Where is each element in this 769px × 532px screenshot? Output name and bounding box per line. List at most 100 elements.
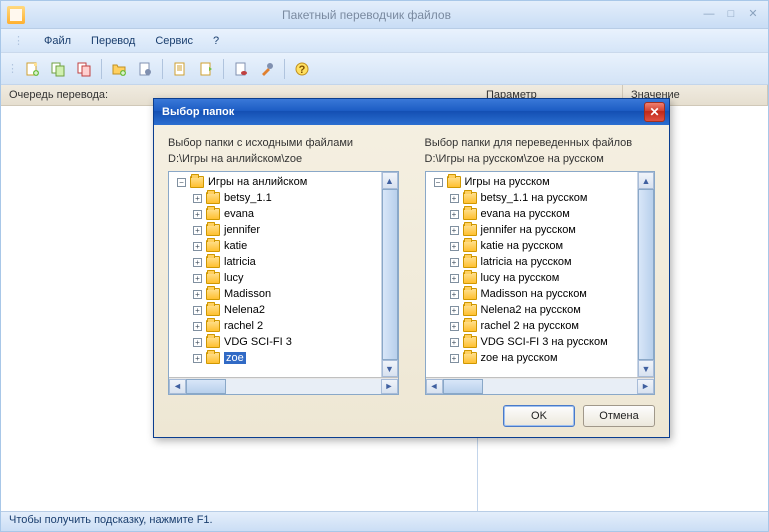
tree-item[interactable]: +rachel 2 [169,318,398,334]
cancel-button[interactable]: Отмена [583,405,655,427]
scroll-up-icon[interactable]: ▲ [638,172,654,189]
minimize-button[interactable]: — [700,7,718,23]
menu-service[interactable]: Сервис [151,33,197,49]
tree-item[interactable]: +Nelena2 на русском [426,302,655,318]
expand-icon[interactable]: + [450,322,459,331]
tree-item[interactable]: + Madisson на русском [426,286,655,302]
expand-icon[interactable]: + [450,210,459,219]
tree-root[interactable]: − Игры на русском [426,174,655,190]
expand-icon[interactable]: + [450,338,459,347]
menu-translate[interactable]: Перевод [87,33,139,49]
doc-db-icon[interactable] [229,57,253,81]
folder-icon [206,336,220,348]
title-bar: Пакетный переводчик файлов — □ ✕ [1,1,768,29]
page-arrow-icon[interactable] [194,57,218,81]
menu-file[interactable]: Файл [40,33,75,49]
expand-icon[interactable]: + [193,258,202,267]
tree-item[interactable]: +jennifer [169,222,398,238]
expand-icon[interactable]: + [450,242,459,251]
tools-icon[interactable] [255,57,279,81]
scroll-left-icon[interactable]: ◄ [169,379,186,394]
folder-label: Madisson на русском [481,288,587,300]
folder-icon [206,192,220,204]
tree-root[interactable]: −Игры на анлийском [169,174,398,190]
scroll-right-icon[interactable]: ► [637,379,654,394]
tree-item[interactable]: +betsy_1.1 на русском [426,190,655,206]
expand-icon[interactable]: + [193,210,202,219]
expand-icon[interactable]: + [450,258,459,267]
folder-icon [206,304,220,316]
expand-icon[interactable]: + [450,290,459,299]
scroll-down-icon[interactable]: ▼ [382,360,398,377]
toolbar: ⋮ ? [1,53,768,85]
help-icon[interactable]: ? [290,57,314,81]
folder-label: Игры на русском [465,176,550,188]
expand-icon[interactable]: + [193,226,202,235]
tree-item[interactable]: +latricia [169,254,398,270]
expand-icon[interactable]: + [450,306,459,315]
scroll-right-icon[interactable]: ► [381,379,398,394]
scroll-up-icon[interactable]: ▲ [382,172,398,189]
hscrollbar[interactable]: ◄ ► [169,377,398,394]
tree-item[interactable]: +zoe [169,350,398,366]
expand-icon[interactable]: + [193,354,202,363]
expand-icon[interactable]: + [193,306,202,315]
expand-icon[interactable]: + [450,274,459,283]
maximize-button[interactable]: □ [722,7,740,23]
tree-item[interactable]: +katie на русском [426,238,655,254]
vscrollbar[interactable]: ▲ ▼ [381,172,398,377]
source-tree[interactable]: −Игры на анлийском + betsy_1.1 +evana+jenni… [168,171,399,395]
expand-icon[interactable]: + [193,194,202,203]
scroll-down-icon[interactable]: ▼ [638,360,654,377]
tree-item[interactable]: +zoe на русском [426,350,655,366]
close-button[interactable]: ✕ [744,7,762,23]
hscrollbar[interactable]: ◄ ► [426,377,655,394]
scroll-left-icon[interactable]: ◄ [426,379,443,394]
tree-item[interactable]: +rachel 2 на русском [426,318,655,334]
menu-help[interactable]: ? [209,33,223,49]
expand-icon[interactable]: + [193,242,202,251]
folder-label: betsy_1.1 [224,192,272,204]
collapse-icon[interactable]: − [177,178,186,187]
tree-item[interactable]: +jennifer на русском [426,222,655,238]
settings-doc-icon[interactable] [133,57,157,81]
page-icon[interactable] [168,57,192,81]
tree-item[interactable]: +evana на русском [426,206,655,222]
expand-icon[interactable]: + [450,194,459,203]
expand-icon[interactable]: + [450,226,459,235]
tree-item[interactable]: +lucy на русском [426,270,655,286]
copy-icon[interactable] [46,57,70,81]
expand-icon[interactable]: + [193,274,202,283]
tree-item[interactable]: +VDG SCI-FI 3 на русском [426,334,655,350]
tree-item[interactable]: +Nelena2 [169,302,398,318]
status-bar: Чтобы получить подсказку, нажмите F1. [1,511,768,531]
folder-icon [206,256,220,268]
new-doc-icon[interactable] [20,57,44,81]
source-label: Выбор папки с исходными файлами [168,137,399,149]
expand-icon[interactable]: + [450,354,459,363]
tree-item[interactable]: +Madisson [169,286,398,302]
paste-icon[interactable] [72,57,96,81]
folder-icon [463,272,477,284]
expand-icon[interactable]: + [193,338,202,347]
dialog-close-button[interactable]: ✕ [644,102,665,122]
tree-item[interactable]: +evana [169,206,398,222]
folder-icon[interactable] [107,57,131,81]
dialog-title-bar[interactable]: Выбор папок ✕ [154,99,669,125]
folder-icon [463,352,477,364]
tree-item[interactable]: + betsy_1.1 [169,190,398,206]
vscrollbar[interactable]: ▲ ▼ [637,172,654,377]
target-tree[interactable]: − Игры на русском +betsy_1.1 на русском+ev… [425,171,656,395]
tree-item[interactable]: +lucy [169,270,398,286]
expand-icon[interactable]: + [193,322,202,331]
target-path: D:\Игры на русском\zoe на русском [425,153,656,165]
folder-icon [190,176,204,188]
expand-icon[interactable]: + [193,290,202,299]
target-label: Выбор папки для переведенных файлов [425,137,656,149]
tree-item[interactable]: +katie [169,238,398,254]
ok-button[interactable]: OK [503,405,575,427]
tree-item[interactable]: +VDG SCI-FI 3 [169,334,398,350]
tree-item[interactable]: +latricia на русском [426,254,655,270]
collapse-icon[interactable]: − [434,178,443,187]
folder-icon [463,320,477,332]
